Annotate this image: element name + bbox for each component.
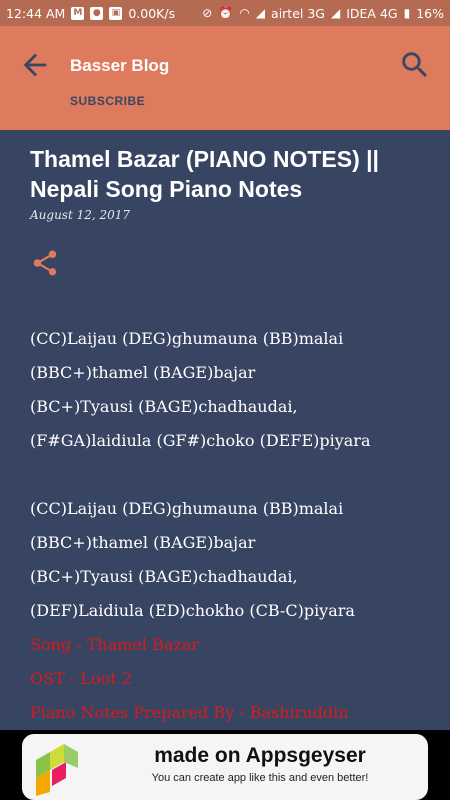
ad-banner[interactable]: made on Appsgeyser You can create app li… [0, 730, 450, 800]
post-title: Thamel Bazar (PIANO NOTES) || Nepali Son… [30, 146, 379, 202]
note-line: (CC)Laijau (DEG)ghumauna (BB)malai [30, 499, 344, 518]
carrier-1: airtel 3G [271, 5, 325, 21]
signal-icon: ◢ [255, 6, 266, 20]
carrier-2: IDEA 4G [346, 5, 398, 21]
status-bar: 12:44 AM M ● ▣ 0.00K/s ⊘ ⏰ ◠ ◢ airtel 3G… [0, 0, 450, 26]
note-line: (DEF)Laidiula (ED)chokho (CB-C)piyara [30, 601, 355, 620]
verse-gap [30, 458, 430, 492]
search-icon [402, 52, 428, 78]
note-line: (BBC+)thamel (BAGE)bajar [30, 363, 256, 382]
app-notification-icon: ▣ [109, 6, 123, 20]
credit-ost: OST - Loot 2 [30, 669, 132, 688]
arrow-left-icon [23, 53, 47, 77]
wifi-icon: ◠ [239, 6, 250, 20]
appsgeyser-logo-icon [36, 744, 78, 796]
note-line: (BBC+)thamel (BAGE)bajar [30, 533, 256, 552]
ad-card[interactable]: made on Appsgeyser You can create app li… [22, 734, 428, 800]
subscribe-button[interactable]: SUBSCRIBE [70, 94, 145, 108]
battery-icon: ▮ [403, 6, 411, 20]
credit-song: Song - Thamel Bazar [30, 635, 199, 654]
share-button[interactable] [30, 248, 60, 278]
data-saver-icon: ⊘ [202, 6, 213, 20]
battery-level: 16% [416, 5, 444, 21]
ad-subtitle: You can create app like this and even be… [151, 772, 369, 784]
post-date: August 12, 2017 [30, 208, 131, 222]
app-title: Basser Blog [70, 56, 170, 75]
ad-title: made on Appsgeyser [154, 744, 366, 767]
note-line: (CC)Laijau (DEG)ghumauna (BB)malai [30, 329, 344, 348]
share-icon [33, 250, 57, 276]
note-line: (BC+)Tyausi (BAGE)chadhaudai, [30, 567, 298, 586]
search-button[interactable] [398, 48, 432, 82]
piano-notes: (CC)Laijau (DEG)ghumauna (BB)malai (BBC+… [30, 322, 430, 730]
app-bar: Basser Blog SUBSCRIBE [0, 26, 450, 130]
notification-icon: M [71, 6, 85, 20]
status-time: 12:44 AM [6, 5, 66, 21]
back-button[interactable] [18, 48, 52, 82]
alarm-icon: ⏰ [218, 6, 234, 20]
network-speed: 0.00K/s [128, 5, 176, 21]
post-content: Thamel Bazar (PIANO NOTES) || Nepali Son… [0, 130, 450, 730]
note-line: (F#GA)laidiula (GF#)choko (DEFE)piyara [30, 431, 371, 450]
whatsapp-icon: ● [90, 6, 104, 20]
credit-prepared-by: Piano Notes Prepared By - Bashiruddin [30, 703, 349, 722]
signal-icon-2: ◢ [330, 6, 341, 20]
note-line: (BC+)Tyausi (BAGE)chadhaudai, [30, 397, 298, 416]
